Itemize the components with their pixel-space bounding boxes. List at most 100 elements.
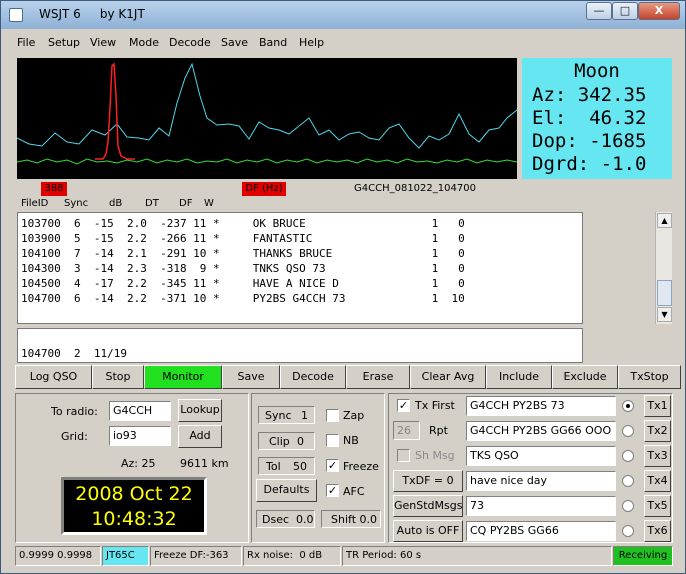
tx-first-label: Tx First xyxy=(415,399,455,412)
monitor-button[interactable]: Monitor xyxy=(144,365,222,389)
defaults-button[interactable]: Defaults xyxy=(256,479,317,502)
menu-view[interactable]: View xyxy=(90,36,116,49)
to-radio-input[interactable]: G4CCH xyxy=(109,401,171,421)
tx-first-checkbox[interactable]: ✓ xyxy=(397,399,410,412)
scroll-thumb[interactable] xyxy=(657,280,672,306)
tx2-radio[interactable] xyxy=(622,425,634,437)
log-qso-button[interactable]: Log QSO xyxy=(15,365,92,389)
clip-value[interactable]: 0 xyxy=(297,435,304,448)
grid-input[interactable]: io93 xyxy=(109,426,171,446)
rpt-input[interactable]: 26 xyxy=(393,421,420,440)
app-icon xyxy=(9,8,23,22)
tx6-radio[interactable] xyxy=(622,525,634,537)
current-filename: G4CCH_081022_104700 xyxy=(354,183,476,194)
lookup-button[interactable]: Lookup xyxy=(178,399,222,422)
scale-marker-388: 388 xyxy=(41,182,67,196)
moon-title: Moon xyxy=(574,60,620,82)
status-rx-noise: Rx noise: 0 dB xyxy=(243,546,341,566)
erase-button[interactable]: Erase xyxy=(346,365,410,389)
txdf-button[interactable]: TxDF = 0 xyxy=(393,470,463,492)
status-tr-period: TR Period: 60 s xyxy=(342,546,612,566)
tx3-button[interactable]: Tx3 xyxy=(644,445,671,467)
tol-value[interactable]: 50 xyxy=(293,460,307,473)
status-freeze-df: Freeze DF:-363 xyxy=(150,546,242,566)
tx2-button[interactable]: Tx2 xyxy=(644,420,671,442)
decode-row: 104500 4 -17 2.2 -345 11 * HAVE A NICE D… xyxy=(21,277,465,290)
menu-band[interactable]: Band xyxy=(259,36,287,49)
status-dt: 0.9999 0.9998 xyxy=(15,546,101,566)
save-button[interactable]: Save xyxy=(222,365,280,389)
decode-button[interactable]: Decode xyxy=(280,365,346,389)
tx1-message[interactable]: G4CCH PY2BS 73 xyxy=(466,396,616,416)
tx6-message[interactable]: CQ PY2BS GG66 xyxy=(466,521,616,541)
tx1-button[interactable]: Tx1 xyxy=(644,395,671,417)
nb-checkbox[interactable] xyxy=(326,434,339,447)
tx2-message[interactable]: G4CCH PY2BS GG66 OOO xyxy=(466,421,616,441)
clear-avg-button[interactable]: Clear Avg xyxy=(410,365,486,389)
spectrum-cyan-trace xyxy=(17,62,517,149)
exclude-button[interactable]: Exclude xyxy=(552,365,618,389)
main-window: WSJT 6 by K1JT — □ X File Setup View Mod… xyxy=(0,0,686,574)
header-df: DF xyxy=(179,198,193,209)
status-bar: 0.9999 0.9998 JT65C Freeze DF:-363 Rx no… xyxy=(15,546,673,566)
header-dt: DT xyxy=(145,198,159,209)
tx1-radio[interactable] xyxy=(622,400,634,412)
title-bar: WSJT 6 by K1JT — □ X xyxy=(1,1,685,29)
tx5-button[interactable]: Tx5 xyxy=(644,495,671,517)
sync-label: Sync xyxy=(265,409,292,422)
tx4-message[interactable]: have nice day xyxy=(466,471,616,491)
zap-checkbox[interactable] xyxy=(326,409,339,422)
tx3-message[interactable]: TKS QSO xyxy=(466,446,616,466)
zap-label: Zap xyxy=(343,409,365,422)
moon-degradation: Dgrd: -1.0 xyxy=(532,153,647,175)
menu-save[interactable]: Save xyxy=(221,36,248,49)
auto-button[interactable]: Auto is OFF xyxy=(393,520,463,542)
decode-gap xyxy=(583,212,655,324)
decoded-text-area[interactable]: 103700 6 -15 2.0 -237 11 * OK BRUCE 1 0 … xyxy=(17,212,583,324)
spectrum-red-trace xyxy=(95,62,135,160)
spectrum-green-trace xyxy=(17,158,517,165)
tx6-button[interactable]: Tx6 xyxy=(644,520,671,542)
scroll-up-icon[interactable]: ▲ xyxy=(657,213,672,228)
sh-msg-checkbox[interactable] xyxy=(397,449,410,462)
afc-label: AFC xyxy=(343,485,365,498)
decode-row: 103900 5 -15 2.2 -266 11 * FANTASTIC 1 0 xyxy=(21,232,465,245)
txstop-button[interactable]: TxStop xyxy=(618,365,681,389)
menu-setup[interactable]: Setup xyxy=(48,36,80,49)
tx4-radio[interactable] xyxy=(622,475,634,487)
to-radio-label: To radio: xyxy=(51,405,98,418)
menu-mode[interactable]: Mode xyxy=(129,36,159,49)
tx3-radio[interactable] xyxy=(622,450,634,462)
dsec-readout: Dsec 0.0 xyxy=(262,513,314,526)
add-button[interactable]: Add xyxy=(178,425,222,448)
rpt-label: Rpt xyxy=(429,424,448,437)
freeze-label: Freeze xyxy=(343,460,379,473)
azimuth-readout: Az: 25 xyxy=(121,457,156,470)
clip-label: Clip xyxy=(269,435,290,448)
scroll-down-icon[interactable]: ▼ xyxy=(657,307,672,322)
decode-row: 104100 7 -14 2.1 -291 10 * THANKS BRUCE … xyxy=(21,247,465,260)
average-line: 104700 2 11/19 xyxy=(21,347,127,360)
tx5-radio[interactable] xyxy=(622,500,634,512)
decode-scrollbar[interactable]: ▲ ▼ xyxy=(655,212,672,324)
stop-button[interactable]: Stop xyxy=(92,365,144,389)
header-w: W xyxy=(204,198,214,209)
freeze-checkbox[interactable]: ✓ xyxy=(326,459,339,472)
close-button[interactable]: X xyxy=(638,2,680,20)
spectrum-display xyxy=(17,58,517,179)
utc-clock: 2008 Oct 22 10:48:32 xyxy=(61,477,207,535)
average-text-area[interactable]: 104700 2 11/19 xyxy=(17,328,583,363)
include-button[interactable]: Include xyxy=(486,365,552,389)
minimize-button[interactable]: — xyxy=(586,2,612,20)
menu-file[interactable]: File xyxy=(17,36,35,49)
afc-checkbox[interactable]: ✓ xyxy=(326,484,339,497)
tx5-message[interactable]: 73 xyxy=(466,496,616,516)
menu-decode[interactable]: Decode xyxy=(169,36,211,49)
maximize-button[interactable]: □ xyxy=(612,2,638,20)
clock-time: 10:48:32 xyxy=(91,508,177,530)
header-sync: Sync xyxy=(64,198,89,209)
sync-value[interactable]: 1 xyxy=(301,409,308,422)
menu-help[interactable]: Help xyxy=(299,36,324,49)
gen-std-msgs-button[interactable]: GenStdMsgs xyxy=(393,495,463,517)
tx4-button[interactable]: Tx4 xyxy=(644,470,671,492)
